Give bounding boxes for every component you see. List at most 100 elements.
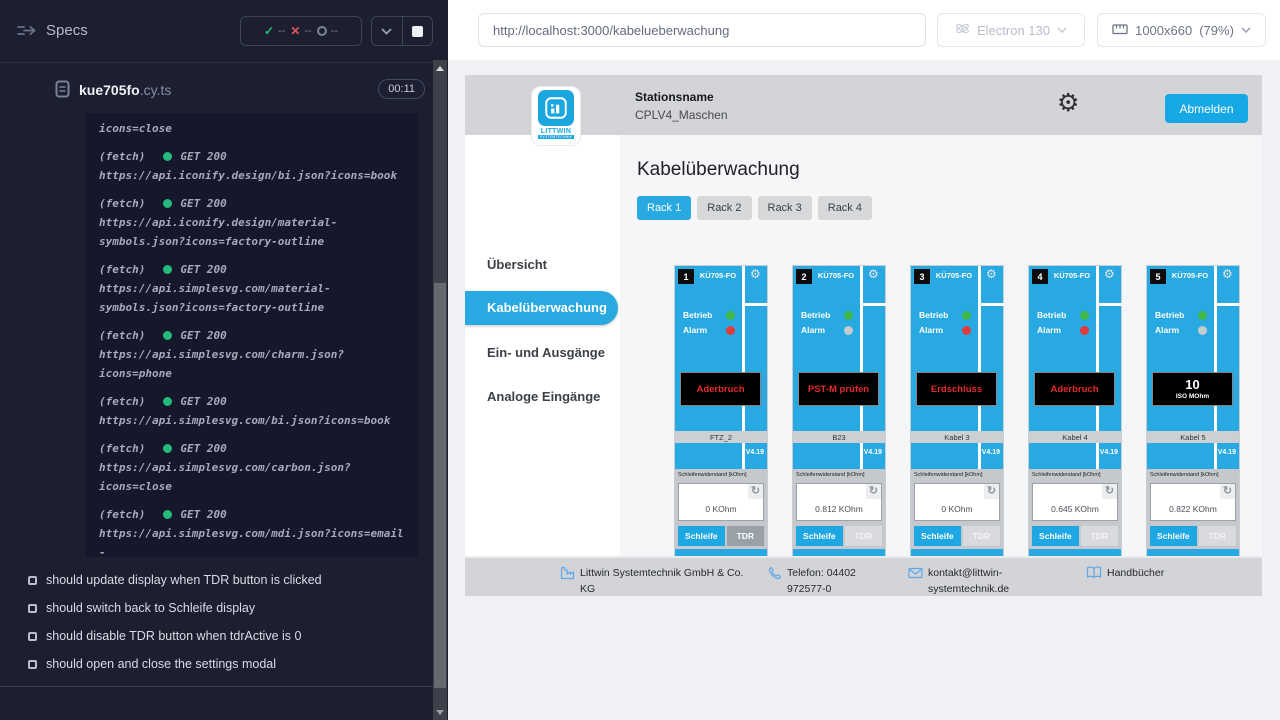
log-entry: (fetch)GET 200https://api.simplesvg.com/… <box>99 326 406 383</box>
fetch-label: (fetch) <box>99 260 145 279</box>
firmware-version: V4.19 <box>1218 449 1236 456</box>
test-row[interactable]: should switch back to Schleife display <box>0 594 433 622</box>
specs-menu-icon[interactable] <box>16 22 38 40</box>
resistance-value-box: ↻ 0.645 KOhm <box>1032 483 1118 521</box>
status-dot-icon <box>163 331 172 340</box>
device-number: 2 <box>796 269 812 284</box>
sidebar-item-2[interactable]: Kabelüberwachung <box>465 291 618 325</box>
refresh-icon[interactable]: ↻ <box>984 484 999 499</box>
stop-button[interactable] <box>402 17 433 45</box>
viewport-size-select[interactable]: 1000x660 (79%) <box>1097 13 1266 47</box>
alarm-label: Alarm <box>683 325 707 335</box>
resistance-value: 0.812 KOhm <box>797 504 881 514</box>
display-error-text: Aderbruch <box>696 384 744 395</box>
footer-item-2: Telefon: 04402 972577-0 <box>768 565 886 596</box>
card-buttons: SchleifeTDR <box>914 526 1000 546</box>
test-row[interactable]: should open and close the settings modal <box>0 650 433 678</box>
log-entry: (fetch)GET 200https://api.simplesvg.com/… <box>99 392 406 430</box>
sidebar-item-4[interactable]: Analoge Eingänge <box>465 388 618 406</box>
betrieb-led <box>726 311 735 320</box>
sidebar-item-1[interactable]: Übersicht <box>465 256 618 274</box>
led-row-alarm: Alarm <box>1155 325 1207 335</box>
test-list: should update display when TDR button is… <box>0 566 433 678</box>
sidebar-item-3[interactable]: Ein- und Ausgänge <box>465 344 618 362</box>
refresh-icon[interactable]: ↻ <box>1220 484 1235 499</box>
footer-item-4[interactable]: Handbücher <box>1086 565 1246 584</box>
tab-rack-1[interactable]: Rack 1 <box>637 196 691 220</box>
footer-text: Littwin Systemtechnik GmbH & Co. KG <box>580 565 750 596</box>
log-entry: (fetch)GET 200https://api.simplesvg.com/… <box>99 505 406 557</box>
fetch-label: (fetch) <box>99 194 145 213</box>
test-row[interactable]: should disable TDR button when tdrActive… <box>0 622 433 650</box>
runner-scrollbar[interactable] <box>433 60 447 720</box>
device-card: 1KÜ705-FO⚙BetriebAlarmAderbruchFTZ_2V4.1… <box>674 265 768 560</box>
scroll-down-button[interactable] <box>433 704 447 720</box>
device-settings-icon[interactable]: ⚙ <box>1104 268 1115 280</box>
resistance-value: 0.645 KOhm <box>1033 504 1117 514</box>
status-dot-icon <box>163 265 172 274</box>
specs-title[interactable]: Specs <box>46 22 88 39</box>
device-settings-icon[interactable]: ⚙ <box>868 268 879 280</box>
display-value: 10 <box>1185 378 1199 392</box>
device-model: KÜ705-FO <box>695 271 741 280</box>
status-display: Aderbruch <box>680 372 761 406</box>
resistance-value: 0.822 KOhm <box>1151 504 1235 514</box>
schleife-button[interactable]: Schleife <box>1150 526 1197 546</box>
tab-rack-4[interactable]: Rack 4 <box>818 196 872 220</box>
firmware-version: V4.19 <box>746 449 764 456</box>
command-log: icons=close(fetch)GET 200https://api.ico… <box>85 113 418 557</box>
footer-text: Handbücher <box>1107 565 1164 584</box>
refresh-icon[interactable]: ↻ <box>1102 484 1117 499</box>
request-url: symbols.json?icons=factory-outline <box>99 232 406 251</box>
device-settings-icon[interactable]: ⚙ <box>750 268 761 280</box>
http-status: GET 200 <box>180 505 226 524</box>
http-status: GET 200 <box>180 147 226 166</box>
betrieb-label: Betrieb <box>1155 310 1184 320</box>
device-settings-icon[interactable]: ⚙ <box>986 268 997 280</box>
logout-button[interactable]: Abmelden <box>1165 94 1248 123</box>
tab-rack-3[interactable]: Rack 3 <box>758 196 812 220</box>
scroll-up-button[interactable] <box>433 60 447 76</box>
station-info: Stationsname CPLV4_Maschen <box>635 88 728 124</box>
led-row-betrieb: Betrieb <box>1037 310 1089 320</box>
refresh-icon[interactable]: ↻ <box>866 484 881 499</box>
pending-circle-icon <box>317 26 327 36</box>
station-label: Stationsname <box>635 88 728 106</box>
device-number: 4 <box>1032 269 1048 284</box>
tdr-button[interactable]: TDR <box>727 526 764 546</box>
request-url: https://api.simplesvg.com/mdi.json?icons… <box>99 524 406 557</box>
test-title: should update display when TDR button is… <box>46 573 322 587</box>
schleife-button[interactable]: Schleife <box>914 526 961 546</box>
spec-row[interactable]: kue705fo.cy.ts 00:11 <box>0 74 433 110</box>
url-input[interactable]: http://localhost:3000/kabelueberwachung <box>478 13 926 47</box>
test-row[interactable]: should update display when TDR button is… <box>0 566 433 594</box>
collapse-all-button[interactable] <box>372 17 402 45</box>
electron-icon <box>955 21 970 39</box>
led-row-betrieb: Betrieb <box>801 310 853 320</box>
refresh-icon[interactable]: ↻ <box>748 484 763 499</box>
status-display: Aderbruch <box>1034 372 1115 406</box>
tab-rack-2[interactable]: Rack 2 <box>697 196 751 220</box>
browser-bar: http://localhost:3000/kabelueberwachung … <box>448 0 1280 60</box>
schleife-button[interactable]: Schleife <box>678 526 725 546</box>
led-row-alarm: Alarm <box>683 325 735 335</box>
sidebar-item-label: Kabelüberwachung <box>487 300 607 315</box>
browser-select[interactable]: Electron 130 <box>937 13 1085 47</box>
arrow-up-icon <box>436 66 444 71</box>
resistance-panel: Schleifenwiderstand [kOhm]↻0 KOhmSchleif… <box>911 469 1003 549</box>
sidebar-item-label: Ein- und Ausgänge <box>487 345 605 360</box>
pending-test-icon <box>28 576 37 585</box>
resistance-panel: Schleifenwiderstand [kOhm]↻0.822 KOhmSch… <box>1147 469 1239 549</box>
divider <box>745 303 769 306</box>
phone-icon <box>768 566 782 596</box>
cable-name: FTZ_2 <box>675 431 767 443</box>
scrollbar-thumb[interactable] <box>434 283 446 688</box>
betrieb-label: Betrieb <box>919 310 948 320</box>
betrieb-label: Betrieb <box>683 310 712 320</box>
device-settings-icon[interactable]: ⚙ <box>1222 268 1233 280</box>
display-unit: ISO MOhm <box>1176 393 1209 400</box>
schleife-button[interactable]: Schleife <box>796 526 843 546</box>
sidebar-item-label: Analoge Eingänge <box>487 389 600 404</box>
schleife-button[interactable]: Schleife <box>1032 526 1079 546</box>
settings-gear-icon[interactable]: ⚙ <box>1057 91 1079 116</box>
